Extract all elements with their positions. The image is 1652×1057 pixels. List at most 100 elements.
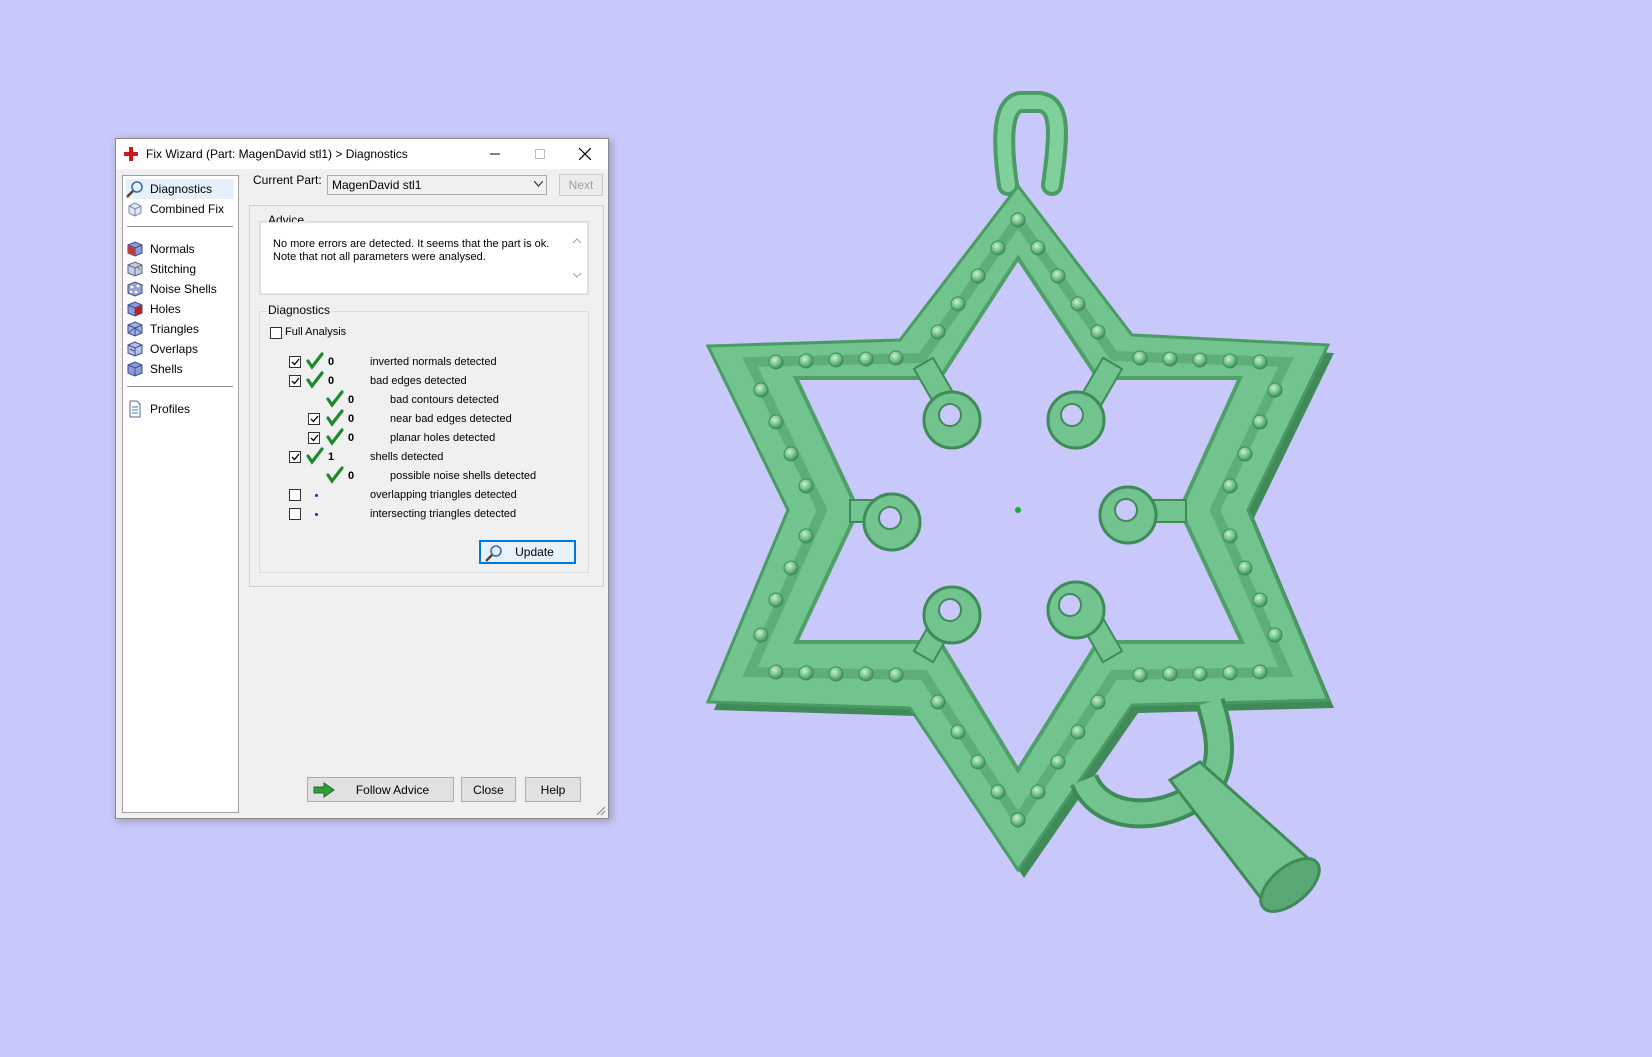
nav-item-label: Combined Fix bbox=[150, 202, 225, 216]
row-checkbox[interactable] bbox=[308, 432, 320, 444]
row-label: possible noise shells detected bbox=[390, 470, 537, 482]
wizard-nav-list: Diagnostics Combined Fix Normals Stitchi… bbox=[122, 175, 239, 813]
nav-item-label: Noise Shells bbox=[150, 282, 217, 296]
help-button[interactable]: Help bbox=[525, 777, 581, 802]
green-arrow-icon bbox=[313, 782, 335, 798]
diag-row-shells: 1 shells detected bbox=[260, 447, 590, 467]
close-button[interactable]: Close bbox=[461, 777, 516, 802]
nav-item-combined-fix[interactable]: Combined Fix bbox=[126, 199, 234, 219]
diag-row-intersecting-triangles: intersecting triangles detected bbox=[260, 504, 590, 524]
magnifier-icon bbox=[126, 181, 143, 198]
follow-advice-button[interactable]: Follow Advice bbox=[307, 777, 454, 802]
minimize-button[interactable] bbox=[472, 139, 517, 169]
advice-line-1: No more errors are detected. It seems th… bbox=[273, 238, 550, 250]
diag-row-bad-contours: 0 bad contours detected bbox=[260, 390, 590, 410]
row-label: overlapping triangles detected bbox=[370, 489, 517, 501]
row-label: inverted normals detected bbox=[370, 356, 497, 368]
diagnostics-group: Diagnostics Full Analysis 0 inverted nor… bbox=[259, 303, 590, 573]
nav-item-noise-shells[interactable]: Noise Shells bbox=[126, 279, 234, 299]
row-count: 0 bbox=[348, 470, 355, 482]
row-count: 0 bbox=[328, 375, 335, 387]
row-checkbox[interactable] bbox=[289, 508, 301, 520]
window-title: Fix Wizard (Part: MagenDavid stl1) > Dia… bbox=[146, 147, 408, 161]
row-checkbox[interactable] bbox=[289, 451, 301, 463]
diag-row-planar-holes: 0 planar holes detected bbox=[260, 428, 590, 448]
full-analysis-label: Full Analysis bbox=[285, 326, 347, 338]
row-label: planar holes detected bbox=[390, 432, 496, 444]
green-check-icon bbox=[306, 447, 324, 465]
current-part-select[interactable]: MagenDavid stl1 bbox=[327, 175, 547, 195]
advice-textbox[interactable]: No more errors are detected. It seems th… bbox=[260, 222, 588, 294]
row-count: 1 bbox=[328, 451, 335, 463]
advice-line-2: Note that not all parameters were analys… bbox=[273, 251, 486, 263]
update-label: Update bbox=[515, 545, 554, 559]
nav-item-diagnostics[interactable]: Diagnostics bbox=[126, 179, 234, 199]
row-label: bad contours detected bbox=[390, 394, 499, 406]
title-bar[interactable]: Fix Wizard (Part: MagenDavid stl1) > Dia… bbox=[116, 139, 608, 169]
advice-group: Advice No more errors are detected. It s… bbox=[259, 213, 589, 295]
nav-item-label: Triangles bbox=[150, 322, 199, 336]
diagnostics-panel: Advice No more errors are detected. It s… bbox=[249, 205, 604, 587]
follow-advice-label: Follow Advice bbox=[355, 782, 430, 797]
checkmark-icon bbox=[310, 434, 319, 442]
nav-item-triangles[interactable]: Triangles bbox=[126, 319, 234, 339]
nav-item-label: Diagnostics bbox=[150, 182, 213, 196]
nav-item-label: Stitching bbox=[150, 262, 197, 276]
row-checkbox[interactable] bbox=[289, 489, 301, 501]
green-check-icon bbox=[326, 428, 344, 446]
close-icon bbox=[578, 148, 591, 160]
stitching-cube-icon bbox=[127, 261, 143, 277]
nav-item-label: Normals bbox=[150, 242, 195, 256]
checkmark-icon bbox=[291, 358, 300, 366]
nav-separator bbox=[127, 386, 233, 387]
nav-item-normals[interactable]: Normals bbox=[126, 239, 234, 259]
nav-item-label: Holes bbox=[150, 302, 181, 316]
cube-icon bbox=[128, 202, 142, 217]
maximize-button[interactable] bbox=[517, 139, 562, 169]
full-analysis-checkbox[interactable] bbox=[270, 327, 282, 339]
magnifier-icon bbox=[485, 545, 502, 562]
advice-text: No more errors are detected. It seems th… bbox=[273, 238, 551, 264]
green-check-icon bbox=[326, 466, 344, 484]
diag-row-near-bad-edges: 0 near bad edges detected bbox=[260, 409, 590, 429]
nav-separator bbox=[127, 226, 233, 227]
fix-wizard-dialog: Fix Wizard (Part: MagenDavid stl1) > Dia… bbox=[115, 138, 609, 819]
nav-item-holes[interactable]: Holes bbox=[126, 299, 234, 319]
row-checkbox[interactable] bbox=[289, 356, 301, 368]
row-checkbox[interactable] bbox=[308, 413, 320, 425]
green-check-icon bbox=[326, 390, 344, 408]
not-analysed-dot bbox=[315, 513, 318, 516]
pendant-model[interactable] bbox=[700, 90, 1400, 970]
row-label: shells detected bbox=[370, 451, 444, 463]
nav-item-label: Overlaps bbox=[150, 342, 199, 356]
row-label: near bad edges detected bbox=[390, 413, 512, 425]
nav-item-stitching[interactable]: Stitching bbox=[126, 259, 234, 279]
advice-scrollbar[interactable] bbox=[571, 237, 583, 279]
current-part-label: Current Part: bbox=[253, 173, 322, 187]
overlaps-cube-icon bbox=[127, 341, 143, 357]
row-label: bad edges detected bbox=[370, 375, 467, 387]
resize-grip-icon[interactable] bbox=[596, 806, 606, 816]
diag-row-noise-shells: 0 possible noise shells detected bbox=[260, 466, 590, 486]
nav-item-shells[interactable]: Shells bbox=[126, 359, 234, 379]
nav-item-label: Profiles bbox=[150, 402, 191, 416]
nav-item-overlaps[interactable]: Overlaps bbox=[126, 339, 234, 359]
update-button[interactable]: Update bbox=[479, 540, 576, 564]
minimize-icon bbox=[489, 153, 500, 155]
row-checkbox[interactable] bbox=[289, 375, 301, 387]
checkmark-icon bbox=[291, 453, 300, 461]
shells-cube-icon bbox=[127, 361, 143, 377]
checkmark-icon bbox=[291, 377, 300, 385]
document-icon bbox=[129, 400, 141, 418]
nav-item-profiles[interactable]: Profiles bbox=[126, 399, 234, 419]
row-count: 0 bbox=[348, 413, 355, 425]
next-button[interactable]: Next bbox=[559, 174, 603, 196]
not-analysed-dot bbox=[315, 494, 318, 497]
row-count: 0 bbox=[348, 394, 355, 406]
maximize-icon bbox=[534, 149, 545, 159]
triangles-cube-icon bbox=[127, 321, 143, 337]
close-window-button[interactable] bbox=[562, 139, 607, 169]
green-check-icon bbox=[306, 371, 324, 389]
green-check-icon bbox=[306, 352, 324, 370]
holes-cube-icon bbox=[127, 301, 143, 317]
